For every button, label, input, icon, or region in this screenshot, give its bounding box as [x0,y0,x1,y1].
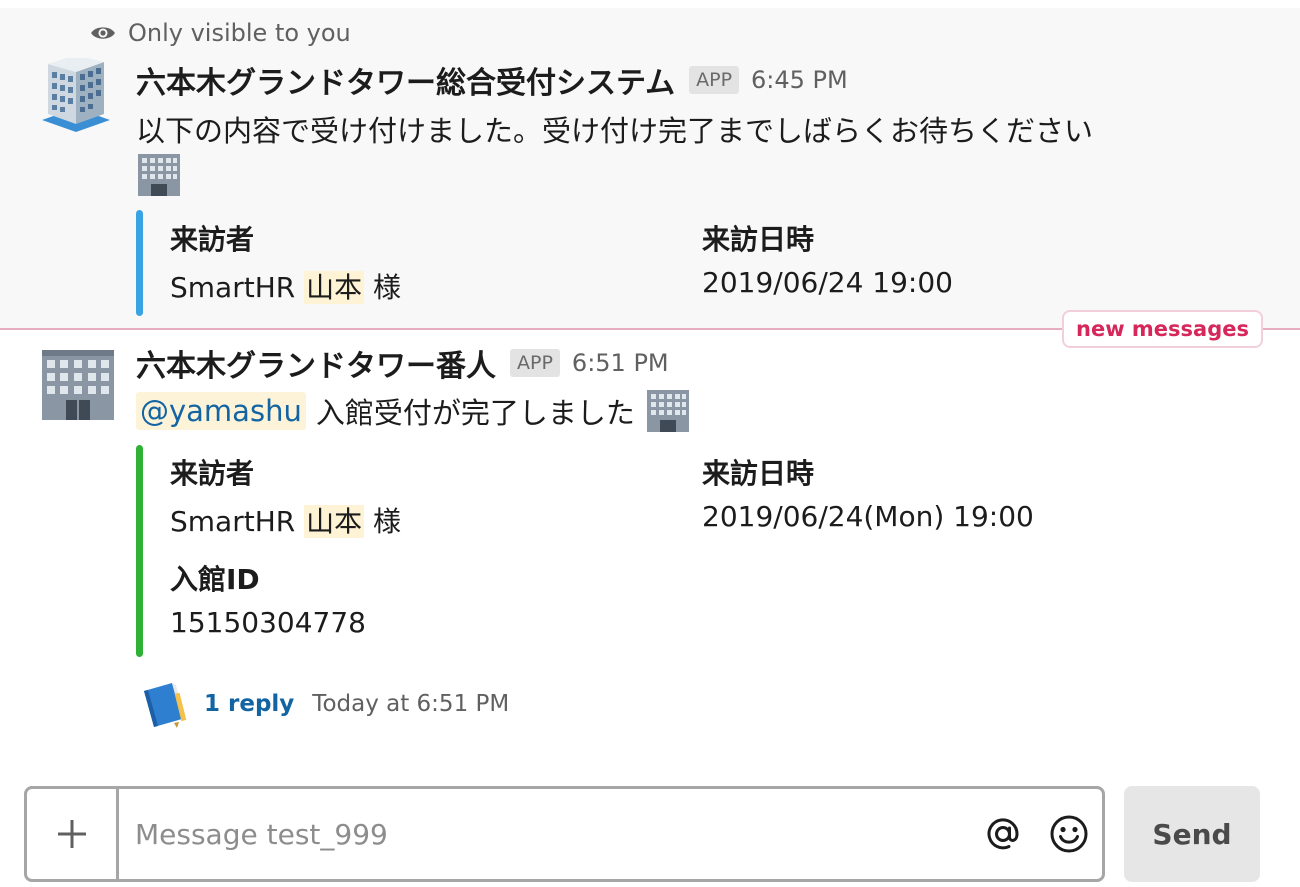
building-avatar-icon[interactable] [38,58,114,134]
app-badge: APP [510,349,560,377]
field-value-visitor: SmartHR 山本 様 [170,266,401,306]
plus-icon [57,820,86,848]
visitor-company: SmartHR [170,505,296,538]
reply-count-link[interactable]: 1 reply [204,691,294,717]
message-text: 入館受付が完了しました [315,396,635,430]
building-avatar-icon[interactable] [40,346,116,422]
sender-name[interactable]: 六本木グランドタワー総合受付システム [136,58,675,102]
smiley-icon [1050,815,1088,853]
visitor-honorific: 様 [373,271,402,304]
only-visible-text: Only visible to you [128,19,351,47]
message-time[interactable]: 6:51 PM [572,349,669,377]
field-value-entry-id: 15150304778 [170,606,366,639]
message-text-row: @yamashu 入館受付が完了しました [136,388,691,434]
user-mention[interactable]: @yamashu [136,392,306,430]
mention-button[interactable] [970,789,1036,879]
attachment-bar-green [136,445,143,657]
only-visible-note: Only visible to you [90,18,351,48]
emoji-button[interactable] [1036,789,1102,879]
field-label-visitor: 来訪者 [170,223,255,256]
field-value-datetime: 2019/06/24 19:00 [702,266,953,299]
reply-time: Today at 6:51 PM [312,691,510,717]
message-composer [24,786,1105,882]
field-label-datetime: 来訪日時 [702,223,815,256]
visitor-name-highlight: 山本 [304,505,365,538]
notebook-avatar-icon[interactable] [138,679,188,729]
message-header: 六本木グランドタワー総合受付システム APP 6:45 PM [136,58,848,102]
thread-reply-row[interactable]: 1 reply Today at 6:51 PM [138,678,509,730]
visitor-name-highlight: 山本 [304,271,365,304]
field-value-datetime: 2019/06/24(Mon) 19:00 [702,500,1034,533]
attachment-bar-blue [136,210,143,316]
office-building-emoji-icon [138,154,180,196]
field-label-entry-id: 入館ID [170,563,260,596]
eye-icon [91,27,115,39]
message-input[interactable] [119,789,970,879]
office-building-emoji-icon [646,390,689,432]
visitor-honorific: 様 [373,505,402,538]
message-text: 以下の内容で受け付けました。受け付け完了までしばらくお待ちください [136,114,1094,148]
message-header: 六本木グランドタワー番人 APP 6:51 PM [136,341,669,385]
app-badge: APP [689,66,740,94]
sender-name[interactable]: 六本木グランドタワー番人 [136,341,496,385]
new-messages-badge[interactable]: new messages [1062,310,1263,348]
message-time[interactable]: 6:45 PM [751,66,848,94]
field-label-visitor: 来訪者 [170,457,255,490]
attach-button[interactable] [27,789,119,879]
field-label-datetime: 来訪日時 [702,457,815,490]
send-button[interactable]: Send [1124,786,1260,882]
field-value-visitor: SmartHR 山本 様 [170,500,401,540]
at-sign-icon [987,818,1019,850]
visitor-company: SmartHR [170,271,296,304]
